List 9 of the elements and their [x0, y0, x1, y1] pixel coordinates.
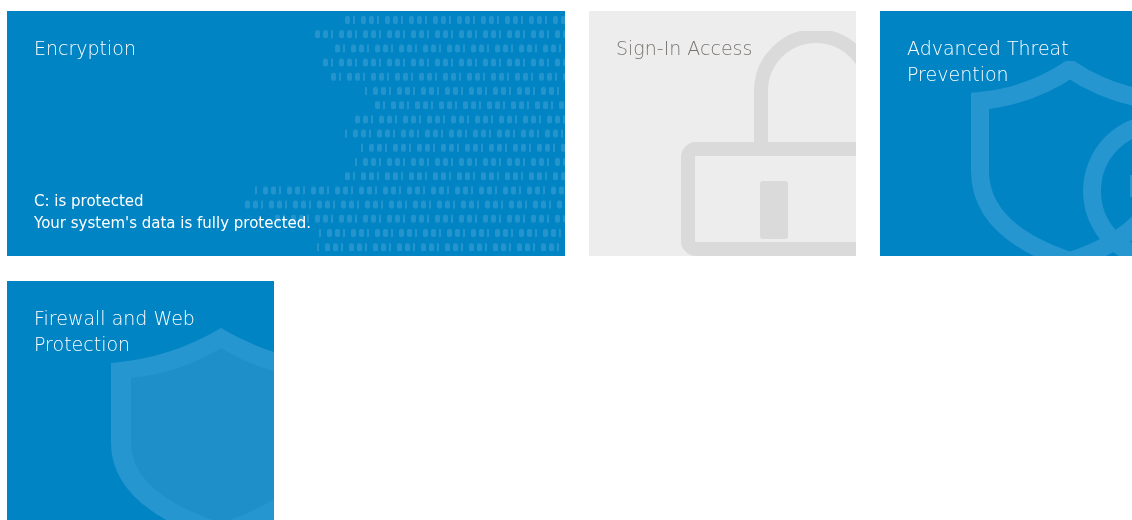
feature-tile[interactable]: Advanced Threat Prevention — [880, 11, 1132, 256]
padlock-icon — [681, 31, 856, 256]
tile-title: Encryption — [34, 36, 137, 61]
feature-tile[interactable]: Encryption C: is protected Your system's data is fully protected. — [7, 11, 565, 256]
tile-title: Advanced Threat Prevention — [907, 36, 1070, 87]
feature-tile[interactable]: Firewall and Web Protection — [7, 281, 274, 520]
tile-title: Firewall and Web Protection — [34, 306, 196, 357]
status-text: C: is protected Your system's data is fully protected. — [34, 191, 313, 234]
tile-title: Sign-In Access — [616, 36, 754, 61]
